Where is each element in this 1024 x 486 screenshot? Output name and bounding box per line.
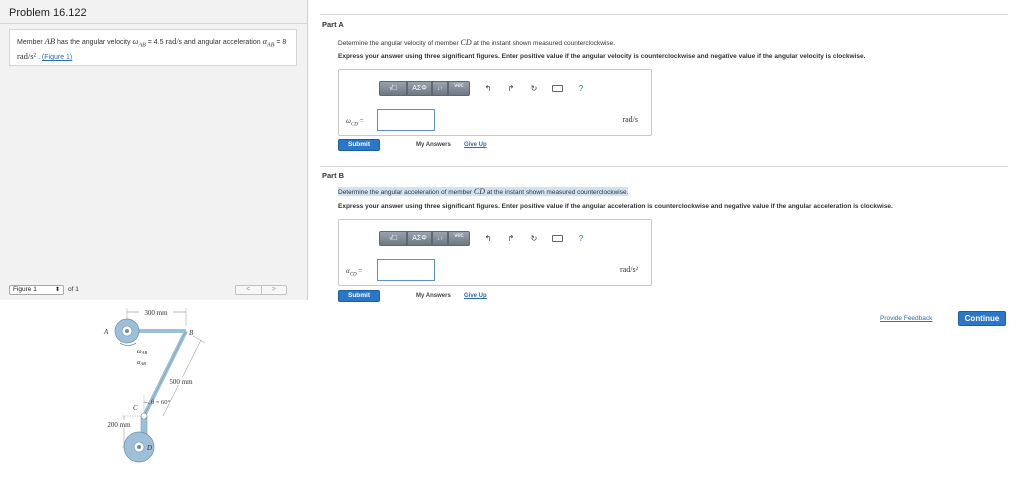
part-a-toolbar: √□ ΑΣΦ ↓↑ vec ↰ ↱ ↻ ? xyxy=(379,80,586,97)
part-b-toolbar: √□ ΑΣΦ ↓↑ vec ↰ ↱ ↻ ? xyxy=(379,230,586,247)
figure-panel: 300 mm A B ωAB αAB 500 mm θ = 60° C D 20… xyxy=(0,300,308,486)
vector-button[interactable]: vec xyxy=(448,81,470,96)
part-b-title: Part B xyxy=(322,171,345,180)
mechanism-figure: 300 mm A B ωAB αAB 500 mm θ = 60° C D 20… xyxy=(103,308,206,463)
part-a-instructions: Express your answer using three signific… xyxy=(338,53,866,60)
statement-text: = 8 xyxy=(274,39,287,46)
pin-a-center xyxy=(125,329,129,333)
redo-icon[interactable]: ↱ xyxy=(506,234,516,243)
part-b-question: Determine the angular acceleration of me… xyxy=(338,187,629,196)
dimension-label-300: 300 mm xyxy=(144,309,168,317)
part-b-divider xyxy=(320,166,1008,167)
help-button[interactable]: ? xyxy=(576,84,586,93)
part-b-instructions: Express your answer using three signific… xyxy=(338,203,893,210)
label-equals: = xyxy=(356,267,363,275)
omega-subscript: AB xyxy=(138,42,146,49)
part-a-answer-box: √□ ΑΣΦ ↓↑ vec ↰ ↱ ↻ ? ωCD = rad/s xyxy=(338,69,652,136)
problem-statement: Member AB has the angular velocity ωAB =… xyxy=(9,29,297,66)
dimension-label-500: 500 mm xyxy=(169,378,193,386)
extension-line xyxy=(192,335,206,344)
question-var: CD xyxy=(473,187,485,196)
label-subscript: CD xyxy=(350,122,358,128)
question-text: Determine the angular acceleration of me… xyxy=(338,189,474,196)
alpha-unit: rad/s² xyxy=(17,51,37,62)
pin-d-center xyxy=(137,445,141,449)
label-c: C xyxy=(133,404,138,412)
dimension-label-200: 200 mm xyxy=(107,421,131,429)
statement-text: Member xyxy=(17,39,45,46)
part-a-answer-label: ωCD = xyxy=(346,117,364,127)
statement-text: and angular acceleration xyxy=(182,39,263,46)
next-figure-button[interactable]: > xyxy=(260,286,287,294)
figure-navigation: Figure 1 ⬍ of 1 < > xyxy=(9,285,299,296)
omega-label: ωAB xyxy=(137,348,147,355)
part-a-question: Determine the angular velocity of member… xyxy=(338,38,615,47)
arrows-button[interactable]: ↓↑ xyxy=(432,81,448,96)
figure-pager: < > xyxy=(235,285,287,295)
figure-select-value: Figure 1 xyxy=(13,286,37,293)
part-b-give-up-link[interactable]: Give Up xyxy=(464,293,487,299)
part-a-give-up-link[interactable]: Give Up xyxy=(464,142,487,148)
question-text: Determine the angular velocity of member xyxy=(338,40,461,47)
label-subscript: CD xyxy=(349,272,357,278)
arrows-button[interactable]: ↓↑ xyxy=(432,231,448,246)
reset-icon[interactable]: ↻ xyxy=(529,84,539,93)
part-b-answer-box: √□ ΑΣΦ ↓↑ vec ↰ ↱ ↻ ? αCD = rad/s² xyxy=(338,219,652,286)
question-text: at the instant shown measured counterclo… xyxy=(471,40,616,47)
help-button[interactable]: ? xyxy=(576,234,586,243)
provide-feedback-link[interactable]: Provide Feedback xyxy=(880,315,932,322)
theta-label: θ = 60° xyxy=(151,399,171,406)
label-d: D xyxy=(146,444,152,452)
continue-button[interactable]: Continue xyxy=(958,311,1006,326)
question-text: at the instant shown measured counterclo… xyxy=(484,189,629,196)
keyboard-icon[interactable] xyxy=(552,235,563,242)
part-a-title: Part A xyxy=(322,20,344,29)
vector-button[interactable]: vec xyxy=(448,231,470,246)
part-b-my-answers[interactable]: My Answers xyxy=(416,293,451,299)
redo-icon[interactable]: ↱ xyxy=(506,84,516,93)
label-equals: = xyxy=(357,117,364,125)
select-arrows-icon: ⬍ xyxy=(54,287,60,293)
part-b-answer-input[interactable] xyxy=(377,259,435,281)
undo-icon[interactable]: ↰ xyxy=(483,234,493,243)
figure-select[interactable]: Figure 1 ⬍ xyxy=(9,285,64,295)
reset-icon[interactable]: ↻ xyxy=(529,234,539,243)
statement-text: has the angular velocity xyxy=(55,39,133,46)
figure-count: of 1 xyxy=(68,286,79,293)
prev-figure-button[interactable]: < xyxy=(236,286,261,294)
templates-button[interactable]: √□ xyxy=(379,231,407,246)
member-var: AB xyxy=(44,36,56,46)
omega-unit: rad/s xyxy=(165,36,182,46)
undo-icon[interactable]: ↰ xyxy=(483,84,493,93)
part-b-submit-button[interactable]: Submit xyxy=(338,290,380,302)
statement-text: = 4.5 xyxy=(145,39,166,46)
templates-button[interactable]: √□ xyxy=(379,81,407,96)
part-b-answer-label: αCD = xyxy=(346,267,362,277)
title-divider xyxy=(0,23,308,24)
figure-link[interactable]: (Figure 1) xyxy=(42,54,72,61)
question-var: CD xyxy=(460,38,472,47)
pin-c xyxy=(140,412,148,420)
problem-title: Problem 16.122 xyxy=(9,7,87,19)
part-a-divider xyxy=(320,14,1008,15)
part-a-unit: rad/s xyxy=(622,115,638,124)
greek-button[interactable]: ΑΣΦ xyxy=(407,81,432,96)
part-a-my-answers[interactable]: My Answers xyxy=(416,142,451,148)
alpha-label: αAB xyxy=(137,359,146,366)
greek-button[interactable]: ΑΣΦ xyxy=(407,231,432,246)
keyboard-icon[interactable] xyxy=(552,85,563,92)
part-b-unit: rad/s² xyxy=(620,265,638,274)
part-a-answer-input[interactable] xyxy=(377,109,435,131)
rotation-arrow xyxy=(119,342,137,346)
label-b: B xyxy=(189,329,194,337)
label-a: A xyxy=(103,328,109,336)
problem-pane: Problem 16.122 Member AB has the angular… xyxy=(0,0,308,486)
part-a-submit-button[interactable]: Submit xyxy=(338,139,380,151)
